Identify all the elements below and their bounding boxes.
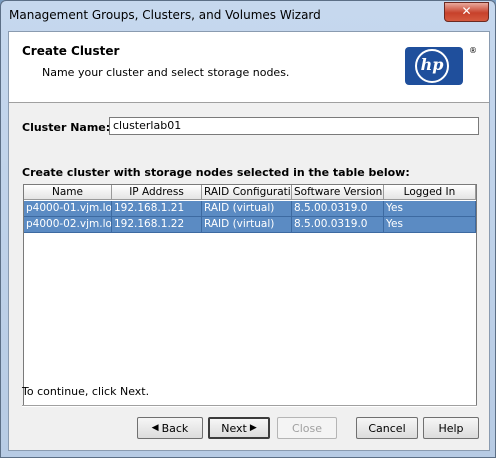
table-header: Name IP Address RAID Configurati... Soft… — [24, 185, 476, 201]
table-row[interactable]: p4000-01.vjm.lo... 192.168.1.21 RAID (vi… — [24, 201, 476, 217]
cell-name: p4000-02.vjm.lo... — [24, 217, 112, 233]
wizard-body: Create Cluster Name your cluster and sel… — [8, 31, 490, 451]
cell-raid-configuration: RAID (virtual) — [202, 201, 292, 217]
next-arrow-icon: ▶ — [249, 423, 257, 433]
hp-logo-mark: hp — [415, 49, 449, 83]
column-header-raid-configuration[interactable]: RAID Configurati... — [202, 185, 292, 200]
cell-logged-in: Yes — [384, 217, 476, 233]
wizard-window: Management Groups, Clusters, and Volumes… — [0, 0, 496, 458]
cell-software-version: 8.5.00.0319.0 — [292, 217, 384, 233]
window-close-button[interactable]: ✕ — [444, 2, 489, 22]
next-button[interactable]: Next ▶ — [208, 417, 270, 439]
cancel-button[interactable]: Cancel — [356, 417, 418, 439]
table-row[interactable]: p4000-02.vjm.lo... 192.168.1.22 RAID (vi… — [24, 217, 476, 233]
cancel-button-label: Cancel — [368, 421, 406, 435]
footer-divider — [22, 405, 477, 407]
close-button[interactable]: Close — [277, 417, 337, 439]
window-title: Management Groups, Clusters, and Volumes… — [9, 8, 321, 22]
hp-logo: hp — [405, 47, 463, 85]
title-bar[interactable]: Management Groups, Clusters, and Volumes… — [1, 1, 495, 31]
continue-hint: To continue, click Next. — [22, 385, 150, 398]
cell-ip-address: 192.168.1.22 — [112, 217, 202, 233]
cluster-name-input[interactable]: clusterlab01 — [109, 117, 479, 135]
table-caption: Create cluster with storage nodes select… — [22, 166, 410, 179]
back-arrow-icon: ◀ — [151, 423, 159, 433]
column-header-logged-in[interactable]: Logged In — [384, 185, 476, 200]
column-header-name[interactable]: Name — [24, 185, 112, 200]
back-button[interactable]: ◀ Back — [137, 417, 203, 439]
cell-raid-configuration: RAID (virtual) — [202, 217, 292, 233]
cell-logged-in: Yes — [384, 201, 476, 217]
cell-software-version: 8.5.00.0319.0 — [292, 201, 384, 217]
cell-name: p4000-01.vjm.lo... — [24, 201, 112, 217]
help-button-label: Help — [438, 421, 464, 435]
help-button[interactable]: Help — [423, 417, 479, 439]
next-button-label: Next — [221, 421, 247, 435]
wizard-header: Create Cluster Name your cluster and sel… — [9, 32, 489, 103]
page-subtitle: Name your cluster and select storage nod… — [42, 66, 290, 79]
page-title: Create Cluster — [22, 44, 120, 58]
close-button-label: Close — [292, 421, 322, 435]
column-header-ip-address[interactable]: IP Address — [112, 185, 202, 200]
cluster-name-label: Cluster Name: — [22, 121, 111, 134]
cell-ip-address: 192.168.1.21 — [112, 201, 202, 217]
back-button-label: Back — [161, 421, 189, 435]
storage-nodes-table[interactable]: Name IP Address RAID Configurati... Soft… — [23, 184, 477, 406]
column-header-software-version[interactable]: Software Version — [292, 185, 384, 200]
registered-mark: ® — [469, 46, 477, 55]
